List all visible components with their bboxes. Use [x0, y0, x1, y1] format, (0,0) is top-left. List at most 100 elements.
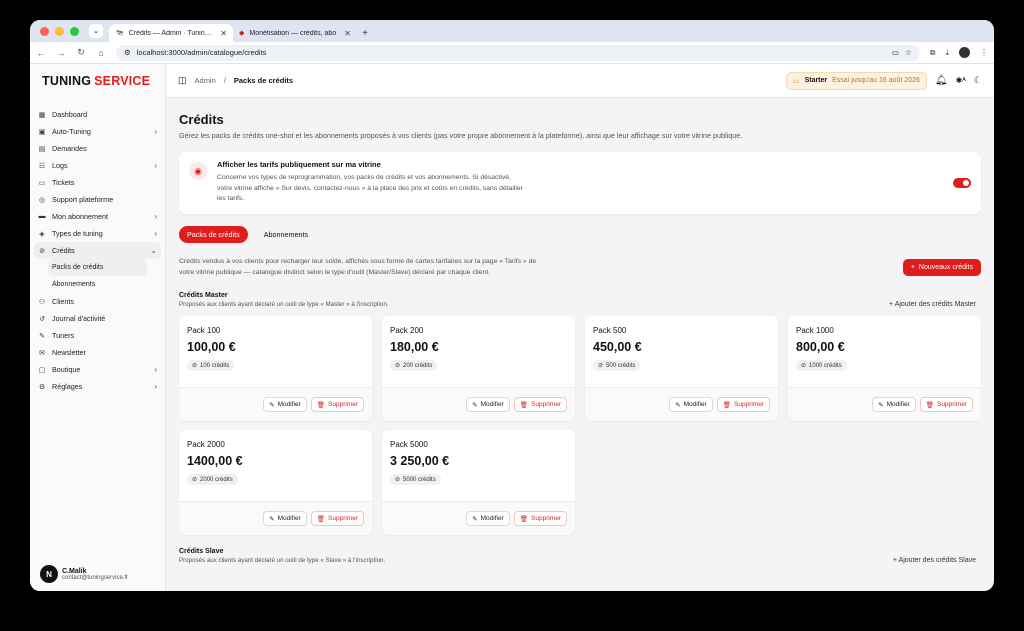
- edit-button[interactable]: ✎ Modifier: [466, 397, 510, 412]
- breadcrumb-current: Packs de crédits: [233, 76, 294, 85]
- trash-icon: 🗑︎: [519, 515, 529, 523]
- sidebar-item-auto-tuning[interactable]: ▣ Auto-Tuning ›: [30, 123, 165, 140]
- delete-button[interactable]: 🗑︎ Supprimer: [310, 511, 364, 526]
- home-icon[interactable]: ⌂: [96, 48, 106, 58]
- reload-icon[interactable]: ↻: [76, 47, 86, 58]
- brand-part-2: SERVICE: [94, 74, 151, 88]
- back-icon[interactable]: ←: [36, 48, 46, 58]
- sidebar-item-label: Mon abonnement: [52, 212, 108, 221]
- sidebar-subitem-packs[interactable]: Packs de crédits: [48, 259, 147, 276]
- delete-button[interactable]: 🗑︎ Supprimer: [919, 397, 973, 412]
- tab-title: Monétisation — crédits, abo: [249, 29, 337, 37]
- cast-icon[interactable]: ▭: [892, 48, 899, 57]
- sidebar-item-label: Types de tuning: [52, 229, 103, 238]
- page-description: Gérez les packs de crédits one-shot et l…: [179, 131, 743, 140]
- credit-tabs: Packs de crédits Abonnements: [179, 226, 981, 243]
- sidebar-item-clients[interactable]: ⚇ Clients: [30, 293, 165, 310]
- pack-card: Pack 500 450,00 € ⊘ 500 crédits ✎ Modifier…: [585, 316, 778, 421]
- sidebar-item-dashboard[interactable]: ▦ Dashboard: [30, 106, 165, 123]
- breadcrumb-separator: /: [223, 76, 226, 85]
- close-tab-icon[interactable]: ✕: [220, 29, 227, 38]
- new-credits-button[interactable]: + Nouveaux crédits: [902, 259, 981, 276]
- brand-logo[interactable]: TUNING SERVICE: [30, 64, 165, 98]
- sidebar-item-abonnement[interactable]: ▬ Mon abonnement ›: [30, 208, 165, 225]
- tab-abonnements[interactable]: Abonnements: [256, 226, 316, 243]
- menu-kebab-icon[interactable]: ⋮: [980, 48, 988, 57]
- close-tab-icon[interactable]: ✕: [344, 29, 351, 38]
- master-section-header: Crédits Master Proposés aux clients ayan…: [179, 292, 981, 308]
- user-menu[interactable]: N C.Malik contact@tuningservice.fr: [40, 565, 128, 583]
- delete-label: Supprimer: [328, 401, 358, 408]
- breadcrumb-parent[interactable]: Admin: [195, 76, 216, 85]
- subscription-icon: ▬: [38, 213, 46, 220]
- vitrine-toggle[interactable]: [953, 178, 971, 188]
- minimize-window-button[interactable]: [55, 26, 64, 36]
- bookmark-star-icon[interactable]: ☆: [905, 48, 912, 57]
- credits-count: 5000 crédits: [403, 476, 436, 483]
- shop-icon: ▢: [38, 366, 46, 374]
- pack-card: Pack 2000 1400,00 € ⊘ 2000 crédits ✎ Modif…: [179, 430, 372, 535]
- translate-icon[interactable]: ✱ᴬ: [956, 76, 966, 85]
- download-icon[interactable]: ⤓: [945, 48, 949, 58]
- plan-badge[interactable]: ▭ Starter Essai jusqu'au 16 août 2026: [785, 71, 927, 90]
- delete-button[interactable]: 🗑︎ Supprimer: [716, 397, 770, 412]
- profile-avatar[interactable]: [959, 47, 970, 58]
- site-info-icon[interactable]: ⚙: [124, 48, 131, 57]
- browser-tab-monetisation[interactable]: ◆ Monétisation — crédits, abo ✕: [233, 24, 357, 42]
- window-controls: [36, 20, 87, 42]
- pack-card: Pack 200 180,00 € ⊘ 200 crédits ✎ Modifier…: [382, 316, 575, 421]
- edit-button[interactable]: ✎ Modifier: [263, 397, 307, 412]
- forward-icon[interactable]: →: [56, 48, 66, 58]
- theme-moon-icon[interactable]: ☾: [974, 75, 982, 86]
- sidebar-item-demandes[interactable]: ▤ Demandes: [30, 140, 165, 157]
- tab-favicon-icon: 🐄: [115, 30, 124, 37]
- chevron-right-icon: ›: [154, 229, 157, 238]
- edit-button[interactable]: ✎ Modifier: [466, 511, 510, 526]
- credits-count: 500 crédits: [606, 362, 636, 369]
- sidebar-item-boutique[interactable]: ▢ Boutique ›: [30, 361, 165, 378]
- chevron-down-icon: ⌄: [150, 246, 157, 255]
- edit-button[interactable]: ✎ Modifier: [263, 511, 307, 526]
- tab-packs[interactable]: Packs de crédits: [179, 226, 248, 243]
- credits-icon: ⊘: [598, 363, 604, 369]
- sidebar-item-newsletter[interactable]: ✉ Newsletter: [30, 344, 165, 361]
- delete-label: Supprimer: [734, 401, 764, 408]
- tuning-types-icon: ◈: [39, 230, 45, 238]
- close-window-button[interactable]: [40, 26, 49, 36]
- url-field[interactable]: ⚙ localhost:3000/admin/catalogue/credits…: [116, 44, 920, 61]
- edit-button[interactable]: ✎ Modifier: [872, 397, 916, 412]
- delete-button[interactable]: 🗑︎ Supprimer: [310, 397, 364, 412]
- sidebar-item-types-tuning[interactable]: ◈ Types de tuning ›: [30, 225, 165, 242]
- add-master-button[interactable]: + Ajouter des crédits Master: [889, 301, 981, 308]
- new-tab-icon[interactable]: +: [357, 24, 373, 42]
- pack-price: 450,00 €: [593, 340, 642, 354]
- trash-icon: 🗑︎: [316, 401, 326, 409]
- delete-button[interactable]: 🗑︎ Supprimer: [513, 397, 567, 412]
- sidebar-item-tuners[interactable]: ✎ Tuners: [30, 327, 165, 344]
- chevron-right-icon: ›: [154, 365, 157, 374]
- pencil-icon: ✎: [269, 515, 275, 523]
- extensions-icon[interactable]: ⧉: [930, 48, 936, 58]
- sidebar-item-reglages[interactable]: ⚙ Réglages ›: [30, 378, 165, 395]
- sidebar-item-logs[interactable]: ☷ Logs ›: [30, 157, 165, 174]
- tab-title: Crédits — Admin · Tuning Ser: [128, 29, 216, 37]
- master-packs-grid: Pack 100 100,00 € ⊘ 100 crédits ✎ Modifier…: [179, 316, 981, 535]
- edit-button[interactable]: ✎ Modifier: [669, 397, 713, 412]
- pack-name: Pack 5000: [390, 440, 428, 449]
- maximize-window-button[interactable]: [70, 26, 79, 36]
- bell-icon[interactable]: 🔔︎: [935, 75, 948, 86]
- edit-label: Modifier: [480, 401, 504, 408]
- sidebar-item-journal[interactable]: ↺ Journal d'activité: [30, 310, 165, 327]
- toggle-sidebar-icon[interactable]: ◫: [178, 75, 187, 86]
- tab-search-chevron-icon[interactable]: ⌄: [89, 24, 103, 38]
- sidebar-item-support[interactable]: ◎ Support plateforme: [30, 191, 165, 208]
- sidebar-item-tickets[interactable]: ▭ Tickets: [30, 174, 165, 191]
- sidebar-subitem-abonnements[interactable]: Abonnements: [30, 276, 165, 293]
- delete-button[interactable]: 🗑︎ Supprimer: [513, 511, 567, 526]
- credits-badge: ⊘ 1000 crédits: [796, 360, 847, 371]
- edit-label: Modifier: [886, 401, 910, 408]
- add-slave-button[interactable]: + Ajouter des crédits Slave: [893, 557, 981, 564]
- browser-tab-credits[interactable]: 🐄 Crédits — Admin · Tuning Ser ✕: [109, 24, 233, 42]
- sidebar-item-label: Abonnements: [52, 281, 96, 288]
- sidebar-item-credits[interactable]: ⊘ Crédits ⌄: [34, 242, 161, 259]
